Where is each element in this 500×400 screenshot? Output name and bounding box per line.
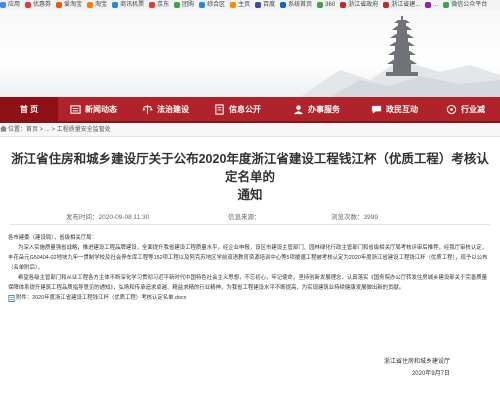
law-icon bbox=[142, 104, 153, 114]
main-nav: 首 页 新闻动态 法治建设 信息公开 办事服务 政民互动 行业减 bbox=[0, 97, 500, 123]
bookmark-label: 浙江省建... bbox=[391, 2, 421, 8]
article-title: 浙江省住房和城乡建设厅关于公布2020年度浙江省建设工程钱江杯（优质工程）考核认… bbox=[10, 150, 490, 204]
signer: 浙江省住房和城乡建设厅 bbox=[383, 359, 450, 365]
nav-info[interactable]: 信息公开 bbox=[214, 97, 261, 121]
bookmark-favicon-icon bbox=[174, 2, 181, 8]
nav-interaction[interactable]: 政民互动 bbox=[371, 97, 418, 121]
bookmark-item[interactable]: 主页 bbox=[230, 0, 250, 10]
breadcrumb-prefix[interactable]: 位置：首页 > ... > bbox=[8, 127, 55, 133]
article-title-line1: 浙江省住房和城乡建设厅关于公布2020年度浙江省建设工程钱江杯（优质工程）考核认… bbox=[11, 152, 489, 184]
bookmark-label: 爱淘宝 bbox=[64, 2, 83, 8]
bookmark-item[interactable]: 综合区 bbox=[199, 0, 225, 10]
nav-service-label: 办事服务 bbox=[308, 104, 340, 114]
bookmark-item[interactable]: 百度 bbox=[255, 0, 275, 10]
nav-home[interactable]: 首 页 bbox=[0, 97, 58, 121]
pagoda-skyline-image bbox=[300, 16, 500, 97]
breadcrumb-current[interactable]: 工程质量安全监管处 bbox=[57, 127, 111, 133]
bookmark-favicon-icon bbox=[317, 2, 324, 8]
bookmark-favicon-icon bbox=[340, 2, 347, 8]
bookmark-item[interactable]: 浙江省政府 bbox=[340, 0, 378, 10]
bookmark-label: 商讯机票 bbox=[120, 2, 145, 8]
home-icon bbox=[0, 125, 7, 132]
bookmark-item[interactable]: 系统首页 bbox=[280, 0, 312, 10]
bookmark-label: 团购 bbox=[182, 2, 195, 8]
bookmark-label: 百度 bbox=[263, 2, 276, 8]
bookmark-label: ... bbox=[433, 2, 439, 8]
nav-info-label: 信息公开 bbox=[229, 104, 261, 114]
bookmark-item[interactable]: 团购 bbox=[174, 0, 194, 10]
nav-service[interactable]: 办事服务 bbox=[293, 97, 340, 121]
site-banner bbox=[0, 10, 500, 97]
bookmark-label: 综合区 bbox=[207, 2, 226, 8]
article-body: 各市建委（建设局），省级相关厅局： 为深入实施质量强省战略，推进建设工程品牌建设… bbox=[8, 233, 492, 303]
bookmark-favicon-icon bbox=[25, 2, 32, 8]
bookmark-favicon-icon bbox=[280, 2, 287, 8]
bookmark-label: 主页 bbox=[238, 2, 251, 8]
bookmark-item[interactable]: 商讯机票 bbox=[112, 0, 144, 10]
breadcrumb: 位置：首页 > ... > 工程质量安全监管处 bbox=[0, 124, 500, 137]
chat-icon bbox=[371, 105, 382, 114]
bookmark-favicon-icon bbox=[56, 2, 63, 8]
bookmark-item[interactable]: 360 bbox=[317, 0, 335, 10]
service-icon bbox=[293, 104, 304, 114]
signature: 浙江省住房和城乡建设厅 2020年9月7日 bbox=[384, 356, 450, 380]
news-icon bbox=[70, 104, 81, 114]
paragraph-2: 希望各级主管部门和从业工程各方主体不断深化学习贯彻习近平新时代中国特色社会主义思… bbox=[8, 275, 487, 291]
nav-industry[interactable]: 行业减 bbox=[446, 97, 485, 121]
nav-home-label: 首 页 bbox=[19, 104, 39, 114]
nav-industry-label: 行业减 bbox=[461, 104, 485, 114]
bookmark-favicon-icon bbox=[112, 2, 119, 8]
bookmark-favicon-icon bbox=[149, 2, 156, 8]
bookmark-item[interactable]: 应用 bbox=[0, 0, 20, 10]
bookmark-item[interactable]: ... bbox=[425, 0, 438, 10]
bookmark-label: 浙江省政府 bbox=[348, 2, 379, 8]
bookmark-favicon-icon bbox=[199, 2, 206, 8]
view-count: 浏览次数：3999 bbox=[331, 214, 378, 221]
attachment-row: 附件：2020年度浙江省建设工程钱江杯（优质工程）考核认定名单.docx bbox=[8, 293, 492, 303]
salutation: 各市建委（建设局），省级相关厅局： bbox=[8, 235, 97, 241]
info-icon bbox=[215, 103, 224, 115]
attachment-icon bbox=[8, 294, 15, 302]
sign-date: 2020年9月7日 bbox=[411, 371, 450, 377]
paragraph-1: 为深入实施质量强省战略，推进建设工程品牌建设，全面提升我省建设工程质量水平，经企… bbox=[8, 245, 488, 271]
bookmark-favicon-icon bbox=[255, 2, 262, 8]
bookmark-label: 微信公众平台 bbox=[451, 2, 488, 8]
nav-news[interactable]: 新闻动态 bbox=[70, 97, 117, 121]
bookmark-label: 优惠券 bbox=[33, 2, 52, 8]
industry-icon bbox=[446, 104, 457, 114]
article-meta: 发布时间：2020-09-08 11:30 信息来源： 浏览次数：3999 bbox=[0, 208, 500, 222]
bookmark-label: 京东 bbox=[157, 2, 170, 8]
bookmark-favicon-icon bbox=[0, 2, 6, 8]
bookmark-label: 应用 bbox=[8, 2, 21, 8]
article-title-line2: 通知 bbox=[237, 188, 263, 202]
bookmark-item[interactable]: 微信公众平台 bbox=[443, 0, 487, 10]
bookmark-label: 360 bbox=[325, 2, 336, 8]
bookmark-label: 淘宝 bbox=[95, 2, 108, 8]
publish-time: 发布时间：2020-09-08 11:30 bbox=[66, 214, 150, 221]
nav-law-label: 法治建设 bbox=[157, 104, 189, 114]
bookmark-favicon-icon bbox=[425, 2, 432, 8]
bookmark-label: 系统首页 bbox=[288, 2, 313, 8]
info-source: 信息来源： bbox=[228, 214, 261, 221]
bookmark-item[interactable]: 淘宝 bbox=[87, 0, 107, 10]
nav-news-label: 新闻动态 bbox=[85, 104, 117, 114]
bookmark-item[interactable]: 爱淘宝 bbox=[56, 0, 82, 10]
nav-law[interactable]: 法治建设 bbox=[142, 97, 189, 121]
bookmark-favicon-icon bbox=[443, 2, 450, 8]
bookmark-item[interactable]: 优惠券 bbox=[25, 0, 51, 10]
bookmark-favicon-icon bbox=[230, 2, 237, 8]
attachment-link[interactable]: 附件：2020年度浙江省建设工程钱江杯（优质工程）考核认定名单.docx bbox=[16, 293, 186, 303]
nav-interaction-label: 政民互动 bbox=[386, 104, 418, 114]
bookmark-item[interactable]: 浙江省建... bbox=[383, 0, 420, 10]
bookmark-item[interactable]: 京东 bbox=[149, 0, 169, 10]
bookmark-favicon-icon bbox=[87, 2, 94, 8]
bookmark-favicon-icon bbox=[383, 2, 390, 8]
meta-divider bbox=[10, 224, 490, 225]
